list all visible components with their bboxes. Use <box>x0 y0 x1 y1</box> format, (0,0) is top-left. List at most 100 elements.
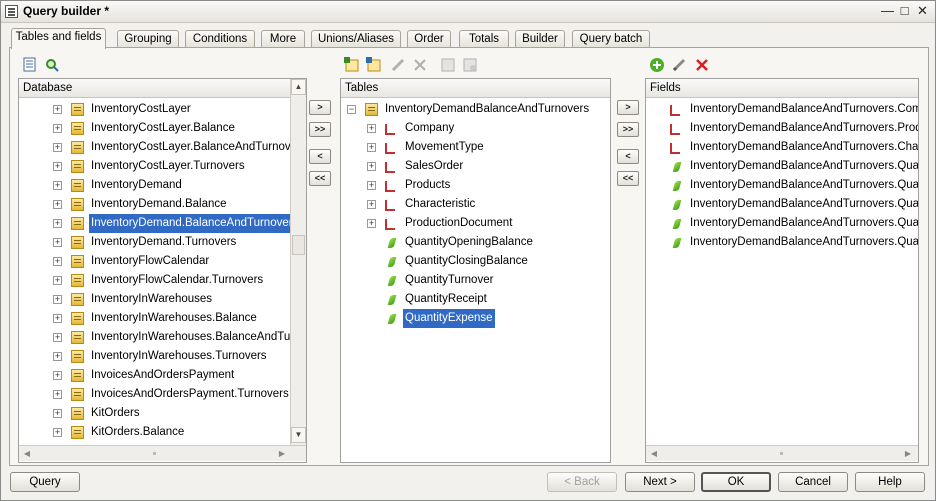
find-in-tree-icon[interactable] <box>44 57 60 73</box>
tab-grouping[interactable]: Grouping <box>117 30 179 48</box>
scroll-left-icon[interactable]: ◀ <box>646 446 662 461</box>
expand-icon[interactable]: + <box>53 276 62 285</box>
field-item[interactable]: InventoryDemandBalanceAndTurnovers.Produ… <box>646 119 918 138</box>
expand-icon[interactable]: + <box>53 390 62 399</box>
database-item[interactable]: + InventoryFlowCalendar <box>19 252 289 271</box>
database-item[interactable]: + InventoryDemand.Balance <box>19 195 289 214</box>
add-nested-table-icon[interactable] <box>366 57 382 73</box>
tables-child-row[interactable]: QuantityOpeningBalance <box>341 233 610 252</box>
database-item[interactable]: + InvoicesAndOrdersPayment.Turnovers <box>19 385 289 404</box>
fields-horizontal-scrollbar[interactable]: ◀ ▶ <box>646 445 918 461</box>
add-table-button[interactable]: > <box>309 100 331 115</box>
expand-icon[interactable]: + <box>53 219 62 228</box>
query-button[interactable]: Query <box>10 472 80 492</box>
tables-child-row[interactable]: + Company <box>341 119 610 138</box>
help-button[interactable]: Help <box>855 472 925 492</box>
expand-icon[interactable]: + <box>53 162 62 171</box>
tables-child-row[interactable]: QuantityClosingBalance <box>341 252 610 271</box>
expand-icon[interactable]: + <box>53 333 62 342</box>
field-item[interactable]: InventoryDemandBalanceAndTurnovers.Quant… <box>646 195 918 214</box>
tab-totals[interactable]: Totals <box>459 30 509 48</box>
expand-icon[interactable]: + <box>53 143 62 152</box>
database-horizontal-scrollbar[interactable]: ◀ ▶ <box>19 445 306 461</box>
delete-field-icon[interactable] <box>694 57 710 73</box>
edit-field-icon[interactable] <box>671 57 687 73</box>
expand-icon[interactable]: + <box>367 143 376 152</box>
collapse-icon[interactable]: − <box>347 105 356 114</box>
scroll-right-icon[interactable]: ▶ <box>900 446 916 461</box>
list-view-icon[interactable] <box>22 57 38 73</box>
remove-all-fields-button[interactable]: << <box>617 171 639 186</box>
database-item[interactable]: + InventoryDemand <box>19 176 289 195</box>
database-item[interactable]: + KitOrders <box>19 404 289 423</box>
database-item[interactable]: + InventoryCostLayer.BalanceAndTurnovers <box>19 138 306 157</box>
maximize-icon[interactable]: □ <box>896 4 913 19</box>
expand-icon[interactable]: + <box>53 105 62 114</box>
tab-query-batch[interactable]: Query batch <box>572 30 650 48</box>
expand-icon[interactable]: + <box>367 181 376 190</box>
database-item[interactable]: + InventoryCostLayer.Turnovers <box>19 157 289 176</box>
database-item[interactable]: + InventoryDemand.BalanceAndTurnovers <box>19 213 302 234</box>
minimize-icon[interactable]: — <box>879 4 896 19</box>
expand-icon[interactable]: + <box>53 428 62 437</box>
tab-unions-aliases[interactable]: Unions/Aliases <box>311 30 401 48</box>
close-icon[interactable]: ✕ <box>914 4 931 19</box>
expand-icon[interactable]: + <box>367 219 376 228</box>
field-item[interactable]: InventoryDemandBalanceAndTurnovers.Quant… <box>646 176 918 195</box>
expand-icon[interactable]: + <box>53 257 62 266</box>
expand-icon[interactable]: + <box>53 238 62 247</box>
tables-root-row[interactable]: − InventoryDemandBalanceAndTurnovers <box>341 100 610 119</box>
scroll-up-icon[interactable]: ▲ <box>291 79 306 95</box>
field-item[interactable]: InventoryDemandBalanceAndTurnovers.Quant… <box>646 157 918 176</box>
tables-child-row[interactable]: + Characteristic <box>341 195 610 214</box>
next-button[interactable]: Next > <box>625 472 695 492</box>
expand-icon[interactable]: + <box>53 409 62 418</box>
field-item[interactable]: InventoryDemandBalanceAndTurnovers.Compa… <box>646 100 918 119</box>
field-item[interactable]: InventoryDemandBalanceAndTurnovers.Quant… <box>646 214 918 233</box>
database-item[interactable]: + KitOrders.Balance <box>19 423 289 442</box>
tables-child-row[interactable]: + ProductionDocument <box>341 214 610 233</box>
ok-button[interactable]: OK <box>701 472 771 492</box>
expand-icon[interactable]: + <box>367 200 376 209</box>
cancel-button[interactable]: Cancel <box>778 472 848 492</box>
tables-child-row[interactable]: + SalesOrder <box>341 157 610 176</box>
add-table-icon[interactable] <box>344 57 360 73</box>
add-field-icon[interactable] <box>649 57 665 73</box>
add-all-tables-button[interactable]: >> <box>309 122 331 137</box>
field-item[interactable]: InventoryDemandBalanceAndTurnovers.Chara… <box>646 138 918 157</box>
remove-all-tables-button[interactable]: << <box>309 171 331 186</box>
scroll-down-icon[interactable]: ▼ <box>291 427 306 443</box>
expand-icon[interactable]: + <box>367 162 376 171</box>
database-item[interactable]: + InvoicesAndOrdersPayment <box>19 366 289 385</box>
tab-more[interactable]: More <box>261 30 305 48</box>
tables-child-row[interactable]: QuantityExpense <box>341 308 610 329</box>
database-item[interactable]: + InventoryCostLayer <box>19 100 289 119</box>
tables-child-row[interactable]: QuantityTurnover <box>341 271 610 290</box>
tables-child-row[interactable]: + MovementType <box>341 138 610 157</box>
expand-icon[interactable]: + <box>53 314 62 323</box>
database-item[interactable]: + InventoryInWarehouses.BalanceAndTurnov <box>19 328 306 347</box>
expand-icon[interactable]: + <box>53 200 62 209</box>
database-item[interactable]: + InventoryCostLayer.Balance <box>19 119 289 138</box>
database-item[interactable]: + InventoryInWarehouses.Balance <box>19 309 289 328</box>
remove-field-button[interactable]: < <box>617 149 639 164</box>
tables-child-row[interactable]: QuantityReceipt <box>341 290 610 309</box>
expand-icon[interactable]: + <box>53 124 62 133</box>
add-all-fields-button[interactable]: >> <box>617 122 639 137</box>
database-item[interactable]: + InventoryInWarehouses.Turnovers <box>19 347 289 366</box>
expand-icon[interactable]: + <box>53 352 62 361</box>
scroll-left-icon[interactable]: ◀ <box>19 446 35 461</box>
field-item[interactable]: InventoryDemandBalanceAndTurnovers.Quant… <box>646 233 918 252</box>
tab-conditions[interactable]: Conditions <box>185 30 255 48</box>
tables-child-row[interactable]: + Products <box>341 176 610 195</box>
database-item[interactable]: + InventoryFlowCalendar.Turnovers <box>19 271 289 290</box>
expand-icon[interactable]: + <box>53 181 62 190</box>
database-item[interactable]: + InventoryDemand.Turnovers <box>19 233 289 252</box>
remove-table-button[interactable]: < <box>309 149 331 164</box>
expand-icon[interactable]: + <box>367 124 376 133</box>
back-button[interactable]: < Back <box>547 472 617 492</box>
tab-builder[interactable]: Builder <box>515 30 565 48</box>
scroll-right-icon[interactable]: ▶ <box>274 446 290 461</box>
add-field-button[interactable]: > <box>617 100 639 115</box>
expand-icon[interactable]: + <box>53 295 62 304</box>
